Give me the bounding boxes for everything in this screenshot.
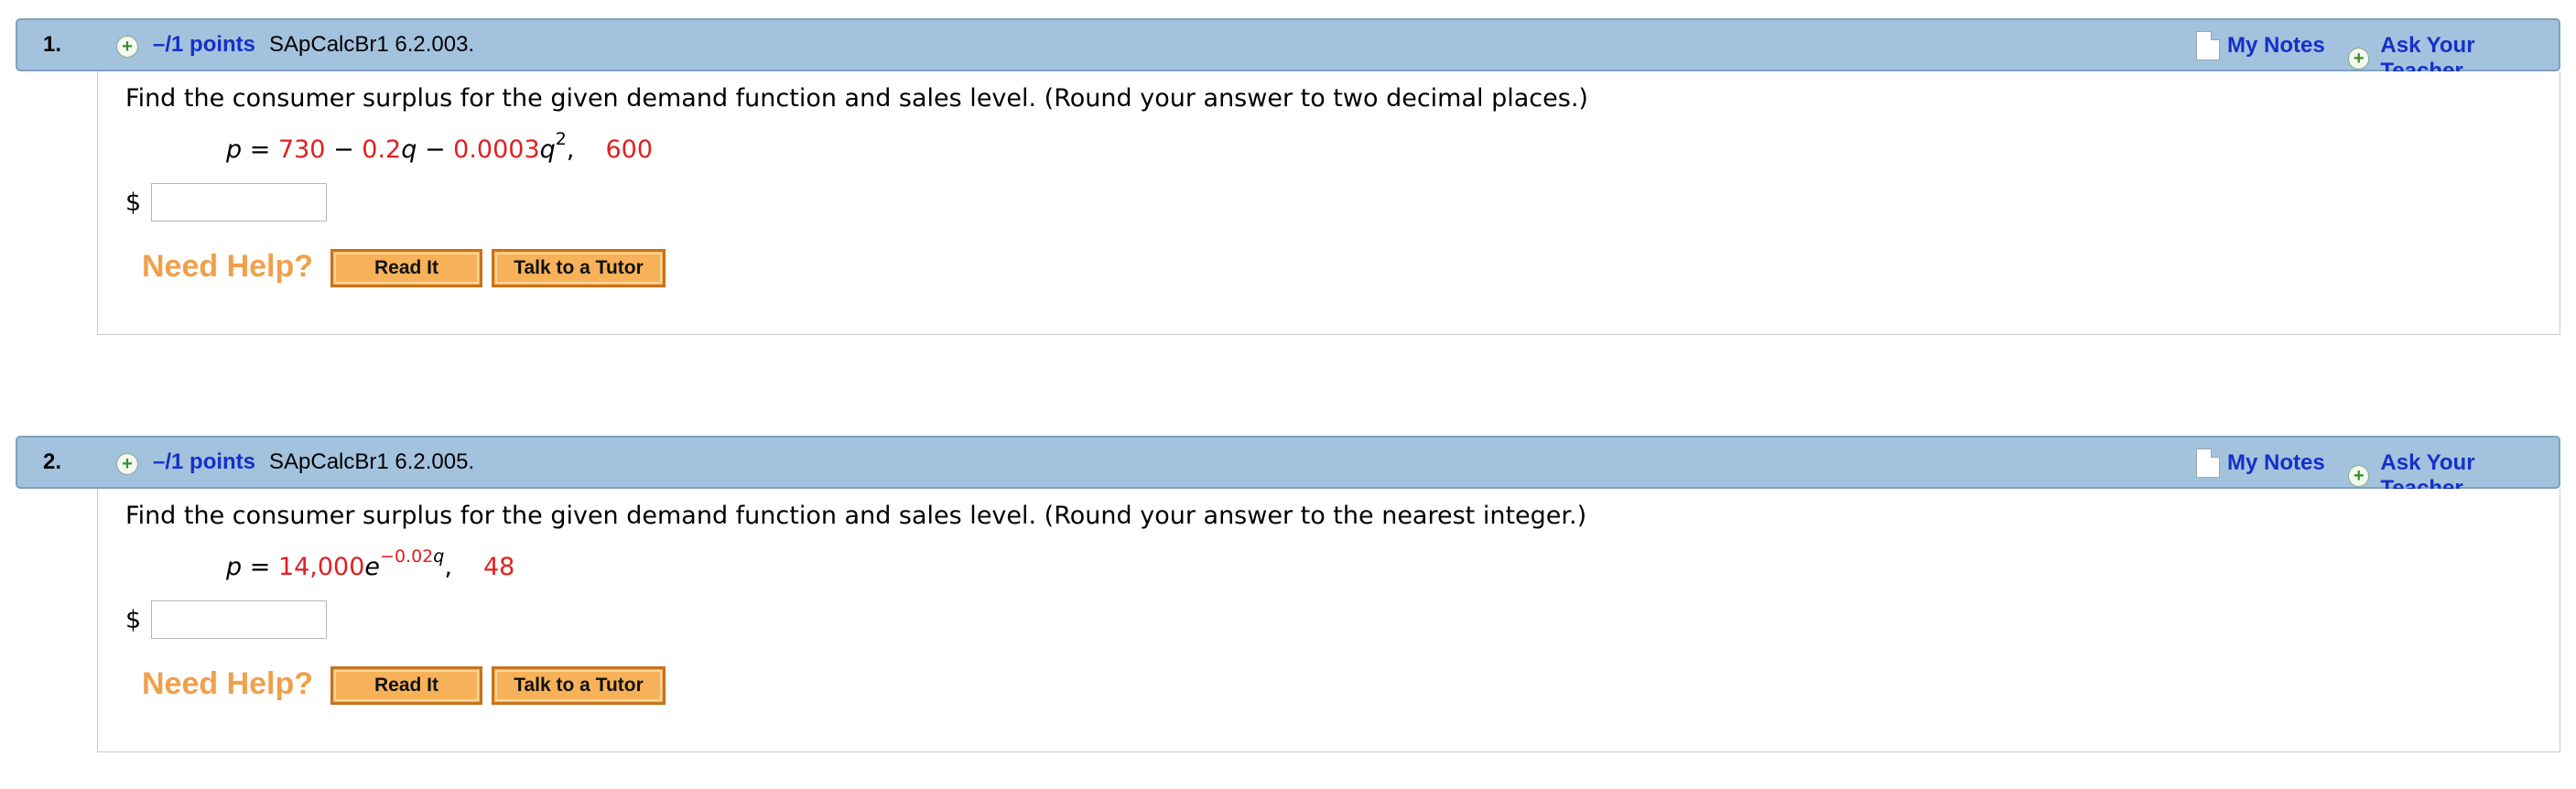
expand-plus-icon[interactable]: + (116, 36, 138, 58)
answer-input[interactable] (151, 183, 327, 222)
question-id: SApCalcBr1 6.2.003. (269, 32, 475, 57)
expand-plus-icon[interactable]: + (116, 453, 138, 475)
question-body: Find the consumer surplus for the given … (97, 71, 2560, 335)
var-p: p (226, 135, 243, 164)
exponent-var: q (433, 546, 445, 567)
var-q: q (539, 135, 556, 164)
my-notes-label[interactable]: My Notes (2227, 450, 2325, 476)
coef-q: 0.2 (362, 135, 402, 164)
equals: = (242, 135, 278, 164)
need-help-label: Need Help? (142, 666, 314, 701)
dollar-sign: $ (125, 606, 142, 634)
exponent: 2 (555, 129, 567, 149)
points-link[interactable]: –/1 points (153, 449, 255, 475)
sales-level: 48 (482, 553, 515, 581)
constant: 14,000 (277, 553, 365, 581)
var-q: q (401, 135, 417, 164)
document-icon (2196, 449, 2220, 478)
plus-circle-icon: + (2348, 48, 2370, 70)
var-p: p (226, 553, 243, 581)
read-it-button[interactable]: Read It (330, 666, 482, 705)
question-number: 2. (43, 449, 62, 474)
answer-input[interactable] (151, 600, 327, 639)
plus-circle-icon: + (2348, 465, 2370, 487)
equals: = (242, 553, 278, 581)
points-link[interactable]: –/1 points (153, 32, 255, 58)
coef-q2: 0.0003 (453, 135, 540, 164)
document-icon (2196, 31, 2220, 60)
var-e: e (364, 553, 381, 581)
my-notes-button[interactable]: My Notes (2196, 449, 2325, 478)
comma: , (444, 553, 452, 581)
question-prompt: Find the consumer surplus for the given … (125, 502, 1587, 530)
question-prompt: Find the consumer surplus for the given … (125, 84, 1588, 113)
question-body: Find the consumer surplus for the given … (97, 489, 2560, 752)
comma: , (566, 135, 575, 164)
need-help-label: Need Help? (142, 249, 314, 284)
exponent: −0.02q (380, 546, 444, 567)
my-notes-button[interactable]: My Notes (2196, 31, 2325, 60)
sales-level: 600 (605, 135, 654, 164)
read-it-button[interactable]: Read It (330, 249, 482, 287)
talk-to-tutor-button[interactable]: Talk to a Tutor (492, 249, 666, 287)
constant: 730 (277, 135, 326, 164)
demand-function: p = 14,000e−0.02q, 48 (226, 546, 515, 581)
minus: − (325, 135, 363, 164)
question-header: 2. + –/1 points SApCalcBr1 6.2.005. My N… (16, 436, 2560, 501)
minus: − (417, 135, 454, 164)
demand-function: p = 730 − 0.2q − 0.0003q2, 600 (226, 129, 654, 164)
exponent-coef: −0.02 (380, 546, 434, 567)
question-id: SApCalcBr1 6.2.005. (269, 449, 475, 474)
my-notes-label[interactable]: My Notes (2227, 33, 2325, 59)
question-number: 1. (43, 32, 62, 57)
dollar-sign: $ (125, 189, 142, 217)
question-header: 1. + –/1 points SApCalcBr1 6.2.003. My N… (16, 18, 2560, 83)
talk-to-tutor-button[interactable]: Talk to a Tutor (492, 666, 666, 705)
